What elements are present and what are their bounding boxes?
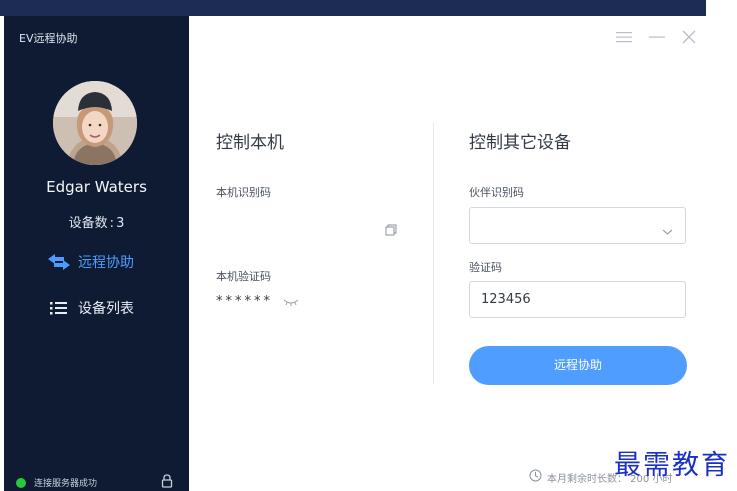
user-name: Edgar Waters <box>46 178 147 196</box>
device-count-value: 3 <box>116 216 125 231</box>
watermark-text: 最需教育 <box>614 450 730 481</box>
window-top-strip <box>0 0 706 16</box>
section-divider <box>433 122 434 384</box>
local-code-label: 本机验证码 <box>216 270 271 283</box>
window-right-margin <box>706 0 737 491</box>
device-count: 设备数:3 <box>4 212 189 231</box>
main-panel: 控制本机 本机识别码 本机验证码 ****** 控制其它设备 伙伴识别码 验证码… <box>189 16 706 491</box>
partner-id-label: 伙伴识别码 <box>469 186 524 199</box>
nav-device-list-label: 设备列表 <box>78 301 134 317</box>
nav-remote-assist-label: 远程协助 <box>78 255 134 271</box>
connection-status: 连接服务器成功 <box>16 476 97 489</box>
swap-arrows-icon <box>46 251 72 273</box>
nav-remote-assist[interactable]: 远程协助 <box>46 250 134 274</box>
avatar-image <box>53 81 137 165</box>
copy-icon[interactable] <box>385 221 397 240</box>
status-text: 连接服务器成功 <box>34 479 98 489</box>
app-title: EV远程协助 <box>19 32 78 45</box>
remote-assist-button[interactable]: 远程协助 <box>469 346 687 385</box>
remote-code-input[interactable]: 123456 <box>469 281 686 318</box>
menu-icon[interactable] <box>615 28 633 46</box>
list-icon <box>46 297 72 319</box>
close-icon[interactable] <box>680 28 698 46</box>
local-id-label: 本机识别码 <box>216 186 271 199</box>
status-dot-icon <box>16 477 26 488</box>
lock-icon[interactable] <box>160 473 174 491</box>
device-count-label: 设备数 <box>68 216 108 231</box>
partner-id-select[interactable] <box>469 207 686 244</box>
local-section-title: 控制本机 <box>216 133 284 153</box>
sidebar: EV远程协助 Edgar Waters 设备数:3 远程协助 设备列表 连接服务… <box>4 16 189 491</box>
eye-closed-icon[interactable] <box>283 292 299 311</box>
remote-code-label: 验证码 <box>469 261 502 274</box>
nav-device-list[interactable]: 设备列表 <box>46 296 134 320</box>
remote-section-title: 控制其它设备 <box>469 133 571 153</box>
local-code-value: ****** <box>216 294 273 309</box>
avatar[interactable] <box>53 81 137 165</box>
device-count-separator: : <box>109 216 115 231</box>
clock-icon <box>529 469 542 485</box>
chevron-down-icon <box>662 221 673 240</box>
minimize-icon[interactable] <box>648 28 666 46</box>
